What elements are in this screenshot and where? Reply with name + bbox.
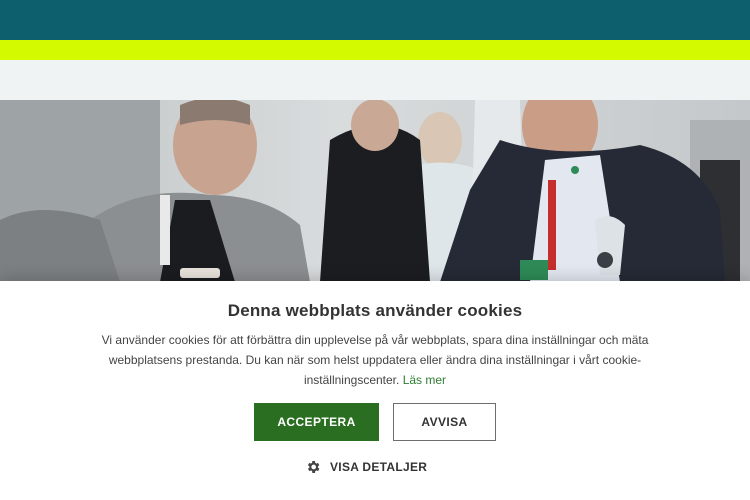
gear-icon <box>307 461 320 473</box>
cookie-banner-description: Vi använder cookies för att förbättra di… <box>101 333 649 387</box>
cookie-consent-banner: Denna webbplats använder cookies Vi anvä… <box>0 281 750 500</box>
cookie-banner-title: Denna webbplats använder cookies <box>227 301 523 320</box>
reject-cookies-button[interactable]: AVVISA <box>393 403 496 441</box>
cookie-banner-text: Vi använder cookies för att förbättra di… <box>80 330 670 390</box>
accent-stripe <box>0 40 750 60</box>
show-details-toggle[interactable]: VISA DETALJER <box>305 458 427 476</box>
read-more-link[interactable]: Läs mer <box>403 373 446 387</box>
hero-image <box>0 100 750 282</box>
sub-navigation-bar <box>0 60 750 100</box>
accept-cookies-button[interactable]: ACCEPTERA <box>254 403 379 441</box>
show-details-label: VISA DETALJER <box>330 460 428 474</box>
site-header <box>0 0 750 40</box>
